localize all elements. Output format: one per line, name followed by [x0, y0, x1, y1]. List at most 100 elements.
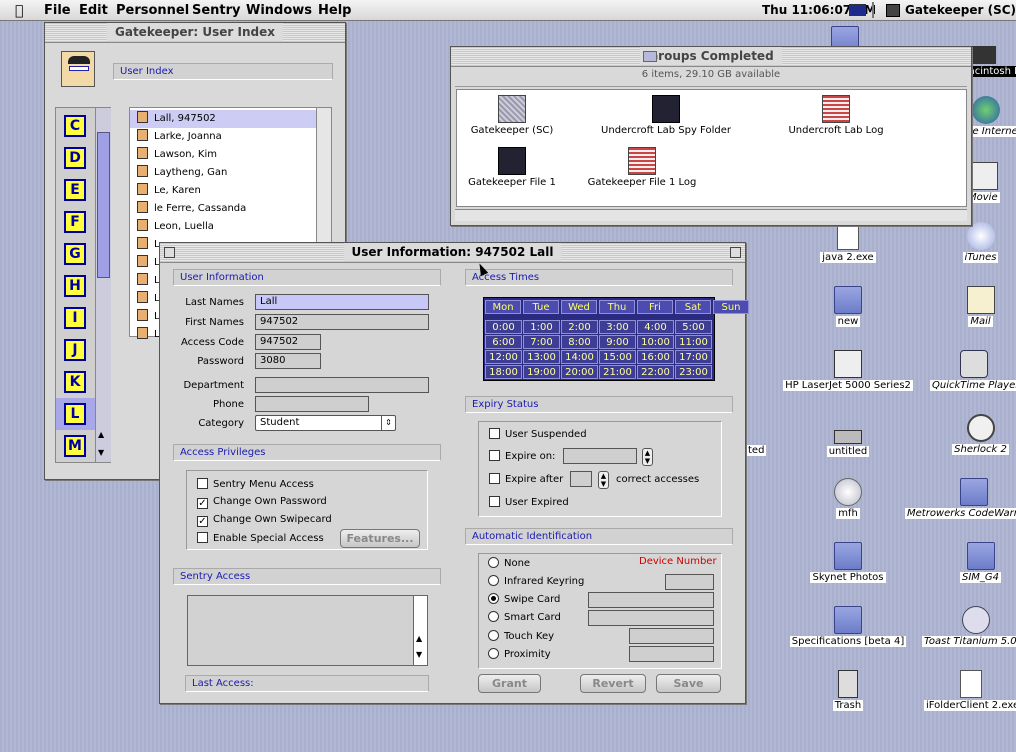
change-own-password-checkbox[interactable]: ✓ Change Own Password	[197, 496, 327, 510]
user-row[interactable]: L	[135, 236, 160, 254]
day-header-wed[interactable]: Wed	[561, 300, 597, 314]
radio-none[interactable]: None	[488, 557, 530, 569]
desktop-itunes[interactable]: iTunes	[945, 222, 1016, 263]
letter-e[interactable]: E	[64, 179, 86, 201]
keyboard-flag-icon[interactable]	[849, 4, 866, 16]
password-field[interactable]: 3080	[255, 353, 321, 369]
user-row[interactable]: L	[135, 272, 160, 290]
radio-infrared-keyring[interactable]: Infrared Keyring	[488, 575, 584, 587]
day-header-sun[interactable]: Sun	[713, 300, 749, 314]
user-row[interactable]: L	[135, 254, 160, 272]
touch-key-device-field[interactable]	[629, 628, 714, 644]
letter-g[interactable]: G	[64, 243, 86, 265]
time-slot[interactable]: 12:00	[485, 350, 522, 364]
time-slot[interactable]: 3:00	[599, 320, 636, 334]
user-info-titlebar[interactable]: User Information: 947502 Lall	[160, 243, 745, 263]
file-gatekeeper-sc[interactable]: Gatekeeper (SC)	[457, 95, 567, 136]
desktop-java-exe[interactable]: java 2.exe	[793, 222, 903, 263]
desktop-untitled[interactable]: untitled	[793, 426, 903, 457]
time-slot[interactable]: 6:00	[485, 335, 522, 349]
access-code-field[interactable]: 947502	[255, 334, 321, 350]
time-slot[interactable]: 19:00	[523, 365, 560, 379]
day-header-sat[interactable]: Sat	[675, 300, 711, 314]
time-slot[interactable]: 11:00	[675, 335, 712, 349]
phone-field[interactable]	[255, 396, 369, 412]
user-suspended-checkbox[interactable]: User Suspended	[489, 428, 587, 442]
letter-j[interactable]: J	[64, 339, 86, 361]
desktop-movie[interactable]: Movie	[966, 162, 1016, 203]
letter-k[interactable]: K	[64, 371, 86, 393]
day-header-mon[interactable]: Mon	[485, 300, 521, 314]
letter-d[interactable]: D	[64, 147, 86, 169]
letter-i[interactable]: I	[64, 307, 86, 329]
smart-card-device-field[interactable]	[588, 610, 714, 626]
time-slot[interactable]: 13:00	[523, 350, 560, 364]
menu-help[interactable]: Help	[318, 3, 351, 18]
radio-proximity[interactable]: Proximity	[488, 648, 551, 660]
desktop-mail[interactable]: Mail	[945, 286, 1016, 327]
scroll-thumb[interactable]	[97, 132, 110, 278]
save-button[interactable]: Save	[656, 674, 721, 693]
enable-special-access-checkbox[interactable]: Enable Special Access	[197, 532, 324, 546]
scroll-up-arrow-icon[interactable]: ▲	[98, 430, 104, 439]
user-row[interactable]: L	[135, 308, 160, 326]
time-slot[interactable]: 0:00	[485, 320, 522, 334]
time-slot[interactable]: 5:00	[675, 320, 712, 334]
time-slot[interactable]: 17:00	[675, 350, 712, 364]
day-header-thu[interactable]: Thu	[599, 300, 635, 314]
time-slot[interactable]: 1:00	[523, 320, 560, 334]
menu-sentry[interactable]: Sentry	[192, 3, 241, 18]
time-slot[interactable]: 14:00	[561, 350, 598, 364]
file-undercroft-lab-log[interactable]: Undercroft Lab Log	[781, 95, 891, 136]
time-slot[interactable]: 20:00	[561, 365, 598, 379]
category-select[interactable]: Student ⇕	[255, 415, 396, 431]
proximity-device-field[interactable]	[629, 646, 714, 662]
user-row[interactable]: Le, Karen	[135, 182, 201, 200]
user-row[interactable]: Lawson, Kim	[135, 146, 217, 164]
time-slot[interactable]: 10:00	[637, 335, 674, 349]
user-row[interactable]: L	[135, 290, 160, 308]
desktop-sherlock[interactable]: Sherlock 2	[945, 414, 1016, 455]
user-row[interactable]: Laytheng, Gan	[135, 164, 227, 182]
expire-after-checkbox[interactable]: Expire after	[489, 473, 563, 487]
last-names-field[interactable]: Lall	[255, 294, 429, 310]
letter-h[interactable]: H	[64, 275, 86, 297]
expire-after-count-field[interactable]	[570, 471, 592, 487]
scroll-down-arrow-icon[interactable]: ▼	[98, 448, 104, 457]
time-slot[interactable]: 7:00	[523, 335, 560, 349]
scroll-down-arrow-icon[interactable]: ▼	[416, 650, 422, 659]
user-row[interactable]: L	[135, 326, 160, 344]
time-slot[interactable]: 8:00	[561, 335, 598, 349]
user-row[interactable]: Larke, Joanna	[135, 128, 222, 146]
features-button[interactable]: Features...	[340, 529, 420, 548]
file-undercroft-spy-folder[interactable]: Undercroft Lab Spy Folder	[591, 95, 741, 136]
desktop-sim-g4[interactable]: SIM_G4	[945, 542, 1016, 583]
time-slot[interactable]: 16:00	[637, 350, 674, 364]
desktop-trash[interactable]: Trash	[793, 670, 903, 711]
desktop-metrowerks[interactable]: Metrowerks CodeWarrior	[905, 478, 1016, 519]
desktop-skynet-photos[interactable]: Skynet Photos	[793, 542, 903, 583]
menu-file[interactable]: File	[44, 3, 71, 18]
time-slot[interactable]: 23:00	[675, 365, 712, 379]
desktop-new[interactable]: new	[793, 286, 903, 327]
sentry-access-list[interactable]: ▲ ▼	[187, 595, 428, 666]
radio-smart-card[interactable]: Smart Card	[488, 611, 561, 623]
user-index-titlebar[interactable]: Gatekeeper: User Index	[45, 23, 345, 43]
letter-c[interactable]: C	[64, 115, 86, 137]
collapse-box-icon[interactable]	[730, 247, 741, 258]
date-stepper-icon[interactable]: ▲ ▼	[642, 448, 653, 466]
menu-windows[interactable]: Windows	[246, 3, 312, 18]
time-slot[interactable]: 9:00	[599, 335, 636, 349]
letter-m[interactable]: M	[64, 435, 86, 457]
radio-swipe-card[interactable]: Swipe Card	[488, 593, 560, 605]
app-icon[interactable]	[886, 4, 900, 17]
scroll-up-arrow-icon[interactable]: ▲	[416, 634, 422, 643]
grant-button[interactable]: Grant	[478, 674, 541, 693]
time-slot[interactable]: 18:00	[485, 365, 522, 379]
sentry-access-scrollbar[interactable]: ▲ ▼	[413, 596, 427, 665]
time-slot[interactable]: 21:00	[599, 365, 636, 379]
letter-scrollbar[interactable]: ▲ ▼	[95, 108, 111, 462]
desktop-toast[interactable]: Toast Titanium 5.0	[922, 606, 1016, 647]
infrared-device-field[interactable]	[665, 574, 714, 590]
day-header-fri[interactable]: Fri	[637, 300, 673, 314]
